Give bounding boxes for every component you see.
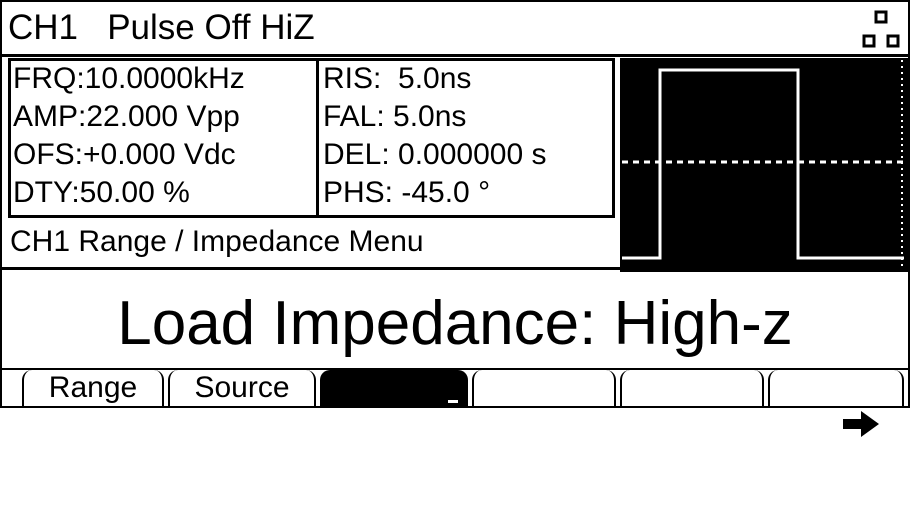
fall-time-value[interactable]: FAL: 5.0ns (323, 99, 466, 135)
channel-status-title: CH1 Pulse Off HiZ (8, 8, 315, 47)
rise-time-value[interactable]: RIS: 5.0ns (323, 61, 471, 97)
grid-icon (862, 10, 900, 48)
delay-value[interactable]: DEL: 0.000000 s (323, 137, 547, 173)
frequency-value[interactable]: FRQ:10.0000kHz (13, 61, 245, 97)
softkey-source[interactable]: Source (168, 370, 316, 406)
waveform-preview (620, 58, 908, 272)
softkey-bar: Range Source Load (2, 368, 908, 440)
amplitude-value[interactable]: AMP:22.000 Vpp (13, 99, 240, 135)
load-impedance-status: Load Impedance: High-z (117, 289, 793, 358)
softkey-load-label: Load (385, 407, 453, 440)
softkey-empty-1[interactable] (472, 370, 616, 406)
arrow-right-icon (843, 411, 879, 437)
selection-cursor (448, 400, 458, 403)
softkey-next[interactable] (768, 370, 904, 437)
menu-divider (2, 267, 622, 270)
softkey-empty-2[interactable] (620, 370, 764, 406)
softkey-range[interactable]: Range (22, 370, 164, 406)
header-divider (2, 54, 908, 57)
display-frame: CH1 Pulse Off HiZ FRQ:10.0000kHz AMP:22.… (0, 0, 910, 440)
parameter-column-divider (316, 61, 319, 215)
parameter-panel: FRQ:10.0000kHz AMP:22.000 Vpp OFS:+0.000… (8, 58, 615, 218)
menu-title: CH1 Range / Impedance Menu (10, 225, 424, 258)
phase-value[interactable]: PHS: -45.0 ° (323, 175, 490, 211)
duty-cycle-value[interactable]: DTY:50.00 % (13, 175, 190, 211)
softkey-load[interactable]: Load (320, 370, 468, 440)
offset-value[interactable]: OFS:+0.000 Vdc (13, 137, 236, 173)
